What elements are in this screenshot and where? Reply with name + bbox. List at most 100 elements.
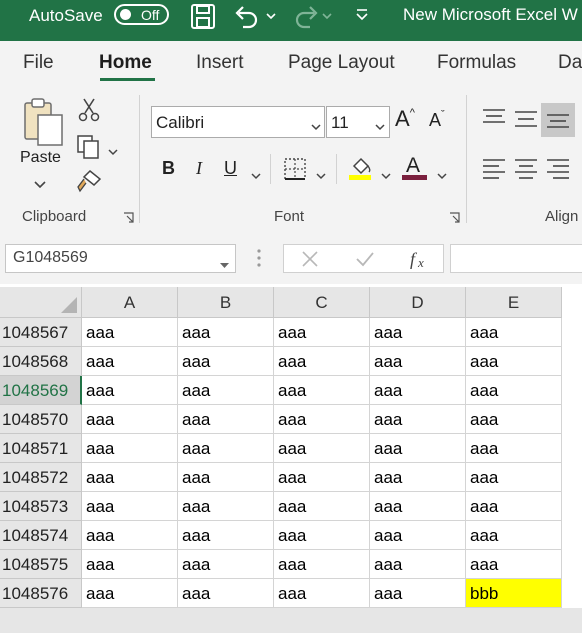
- cell-d1048575[interactable]: aaa: [370, 550, 466, 579]
- cell-a1048573[interactable]: aaa: [82, 492, 178, 521]
- font-size-dropdown-icon[interactable]: [375, 118, 385, 136]
- cell-c1048574[interactable]: aaa: [274, 521, 370, 550]
- borders-icon[interactable]: [283, 157, 307, 186]
- row-header[interactable]: 1048568: [0, 347, 82, 376]
- column-header-e[interactable]: E: [466, 287, 562, 318]
- cell-c1048570[interactable]: aaa: [274, 405, 370, 434]
- cell-c1048576[interactable]: aaa: [274, 579, 370, 608]
- cell-d1048572[interactable]: aaa: [370, 463, 466, 492]
- copy-dropdown-icon[interactable]: [108, 143, 118, 161]
- cell-b1048572[interactable]: aaa: [178, 463, 274, 492]
- select-all-corner[interactable]: [0, 287, 82, 318]
- cell-d1048574[interactable]: aaa: [370, 521, 466, 550]
- cell-a1048571[interactable]: aaa: [82, 434, 178, 463]
- italic-button[interactable]: I: [196, 158, 202, 179]
- tab-page-layout[interactable]: Page Layout: [288, 52, 395, 74]
- cell-b1048574[interactable]: aaa: [178, 521, 274, 550]
- cell-d1048569[interactable]: aaa: [370, 376, 466, 405]
- clipboard-launcher-icon[interactable]: [123, 210, 134, 223]
- cell-e1048570[interactable]: aaa: [466, 405, 562, 434]
- paste-dropdown-icon[interactable]: [34, 175, 46, 193]
- row-header[interactable]: 1048576: [0, 579, 82, 608]
- cell-c1048568[interactable]: aaa: [274, 347, 370, 376]
- cell-c1048575[interactable]: aaa: [274, 550, 370, 579]
- cell-d1048568[interactable]: aaa: [370, 347, 466, 376]
- row-header[interactable]: 1048575: [0, 550, 82, 579]
- cell-c1048567[interactable]: aaa: [274, 318, 370, 347]
- cell-a1048570[interactable]: aaa: [82, 405, 178, 434]
- cell-e1048571[interactable]: aaa: [466, 434, 562, 463]
- cell-c1048569[interactable]: aaa: [274, 376, 370, 405]
- cell-d1048571[interactable]: aaa: [370, 434, 466, 463]
- cell-c1048573[interactable]: aaa: [274, 492, 370, 521]
- font-name-box[interactable]: Calibri: [151, 106, 325, 138]
- font-color-icon[interactable]: A: [401, 154, 429, 187]
- cell-b1048571[interactable]: aaa: [178, 434, 274, 463]
- formula-bar-grip-icon[interactable]: [256, 248, 262, 273]
- tab-home[interactable]: Home: [99, 52, 152, 74]
- cell-b1048575[interactable]: aaa: [178, 550, 274, 579]
- fill-color-icon[interactable]: [348, 154, 374, 187]
- cell-b1048567[interactable]: aaa: [178, 318, 274, 347]
- increase-font-size-button[interactable]: A^: [395, 106, 415, 132]
- bottom-align-button[interactable]: [541, 103, 575, 137]
- cell-c1048572[interactable]: aaa: [274, 463, 370, 492]
- cell-e1048574[interactable]: aaa: [466, 521, 562, 550]
- cell-d1048570[interactable]: aaa: [370, 405, 466, 434]
- column-header-a[interactable]: A: [82, 287, 178, 318]
- tab-data[interactable]: Da: [558, 52, 582, 74]
- cell-a1048568[interactable]: aaa: [82, 347, 178, 376]
- row-header[interactable]: 1048571: [0, 434, 82, 463]
- cell-e1048568[interactable]: aaa: [466, 347, 562, 376]
- bold-button[interactable]: B: [162, 158, 175, 179]
- font-size-box[interactable]: 11: [326, 106, 390, 138]
- align-center-icon[interactable]: [513, 157, 539, 186]
- insert-function-icon[interactable]: fx: [408, 248, 432, 275]
- cell-a1048567[interactable]: aaa: [82, 318, 178, 347]
- tab-formulas[interactable]: Formulas: [437, 52, 516, 74]
- font-launcher-icon[interactable]: [449, 210, 460, 223]
- cell-e1048575[interactable]: aaa: [466, 550, 562, 579]
- cell-a1048572[interactable]: aaa: [82, 463, 178, 492]
- tab-file[interactable]: File: [23, 52, 54, 74]
- cell-c1048571[interactable]: aaa: [274, 434, 370, 463]
- paste-icon[interactable]: [22, 97, 66, 152]
- column-header-d[interactable]: D: [370, 287, 466, 318]
- cell-b1048568[interactable]: aaa: [178, 347, 274, 376]
- row-header[interactable]: 1048569: [0, 376, 82, 405]
- align-left-icon[interactable]: [481, 157, 507, 186]
- row-header[interactable]: 1048567: [0, 318, 82, 347]
- row-header[interactable]: 1048574: [0, 521, 82, 550]
- customize-qat-icon[interactable]: [355, 7, 369, 26]
- cancel-icon[interactable]: [301, 250, 319, 273]
- cell-e1048576[interactable]: bbb: [466, 579, 562, 608]
- copy-icon[interactable]: [76, 134, 102, 165]
- undo-dropdown-icon[interactable]: [266, 7, 276, 25]
- cell-e1048569[interactable]: aaa: [466, 376, 562, 405]
- undo-icon[interactable]: [233, 3, 261, 36]
- fill-color-dropdown-icon[interactable]: [381, 167, 391, 185]
- formula-input[interactable]: [450, 244, 582, 273]
- paste-button[interactable]: Paste: [20, 149, 61, 167]
- decrease-font-size-button[interactable]: Aˇ: [429, 109, 445, 131]
- borders-dropdown-icon[interactable]: [316, 167, 326, 185]
- underline-button[interactable]: U: [224, 158, 237, 179]
- row-header[interactable]: 1048570: [0, 405, 82, 434]
- cell-e1048572[interactable]: aaa: [466, 463, 562, 492]
- cell-b1048573[interactable]: aaa: [178, 492, 274, 521]
- save-icon[interactable]: [190, 3, 216, 36]
- cell-a1048574[interactable]: aaa: [82, 521, 178, 550]
- cell-e1048573[interactable]: aaa: [466, 492, 562, 521]
- enter-icon[interactable]: [355, 250, 375, 273]
- cell-a1048576[interactable]: aaa: [82, 579, 178, 608]
- tab-insert[interactable]: Insert: [196, 52, 244, 74]
- column-header-c[interactable]: C: [274, 287, 370, 318]
- format-painter-icon[interactable]: [76, 169, 102, 198]
- cell-a1048575[interactable]: aaa: [82, 550, 178, 579]
- row-header[interactable]: 1048572: [0, 463, 82, 492]
- cut-icon[interactable]: [78, 97, 100, 128]
- cell-d1048573[interactable]: aaa: [370, 492, 466, 521]
- font-color-dropdown-icon[interactable]: [437, 167, 447, 185]
- cell-d1048576[interactable]: aaa: [370, 579, 466, 608]
- column-header-b[interactable]: B: [178, 287, 274, 318]
